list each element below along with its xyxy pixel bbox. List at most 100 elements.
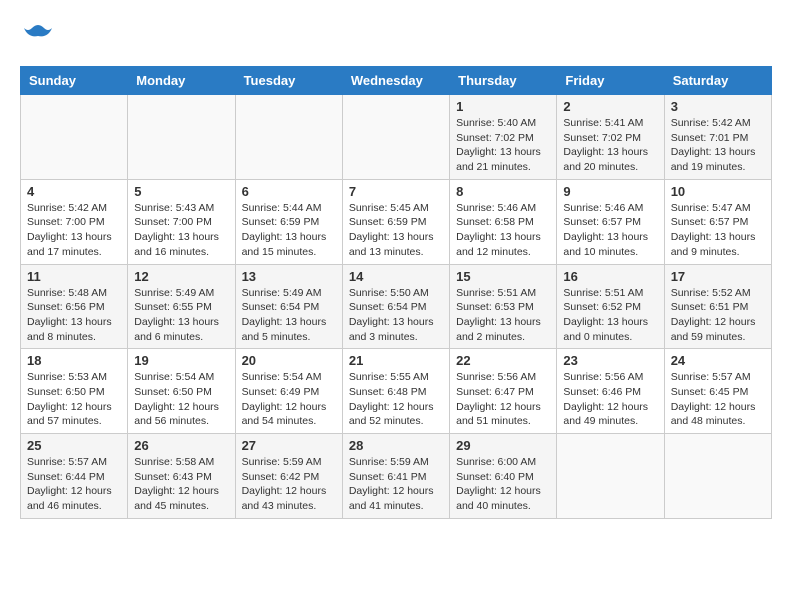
day-info: Sunrise: 5:57 AMSunset: 6:44 PMDaylight:…	[27, 455, 121, 514]
day-number: 21	[349, 353, 443, 368]
day-number: 7	[349, 184, 443, 199]
day-info: Sunrise: 5:49 AMSunset: 6:55 PMDaylight:…	[134, 286, 228, 345]
calendar-week-4: 18 Sunrise: 5:53 AMSunset: 6:50 PMDayligh…	[21, 349, 772, 434]
calendar-cell: 19 Sunrise: 5:54 AMSunset: 6:50 PMDayligh…	[128, 349, 235, 434]
day-info: Sunrise: 5:40 AMSunset: 7:02 PMDaylight:…	[456, 116, 550, 175]
day-number: 15	[456, 269, 550, 284]
day-number: 2	[563, 99, 657, 114]
day-info: Sunrise: 5:47 AMSunset: 6:57 PMDaylight:…	[671, 201, 765, 260]
header-tuesday: Tuesday	[235, 67, 342, 95]
calendar-cell: 7 Sunrise: 5:45 AMSunset: 6:59 PMDaylight…	[342, 179, 449, 264]
calendar-cell	[235, 95, 342, 180]
header	[20, 20, 772, 56]
day-info: Sunrise: 5:53 AMSunset: 6:50 PMDaylight:…	[27, 370, 121, 429]
day-number: 20	[242, 353, 336, 368]
day-info: Sunrise: 5:52 AMSunset: 6:51 PMDaylight:…	[671, 286, 765, 345]
header-friday: Friday	[557, 67, 664, 95]
calendar-cell: 23 Sunrise: 5:56 AMSunset: 6:46 PMDayligh…	[557, 349, 664, 434]
calendar-cell: 8Sunrise: 5:46 AMSunset: 6:58 PMDaylight…	[450, 179, 557, 264]
calendar-cell: 6 Sunrise: 5:44 AMSunset: 6:59 PMDaylight…	[235, 179, 342, 264]
calendar-cell: 21 Sunrise: 5:55 AMSunset: 6:48 PMDayligh…	[342, 349, 449, 434]
day-number: 27	[242, 438, 336, 453]
day-info: Sunrise: 5:56 AMSunset: 6:47 PMDaylight:…	[456, 370, 550, 429]
day-info: Sunrise: 5:57 AMSunset: 6:45 PMDaylight:…	[671, 370, 765, 429]
calendar: SundayMondayTuesdayWednesdayThursdayFrid…	[20, 66, 772, 519]
calendar-cell	[21, 95, 128, 180]
day-number: 4	[27, 184, 121, 199]
day-number: 24	[671, 353, 765, 368]
calendar-cell	[128, 95, 235, 180]
day-number: 9	[563, 184, 657, 199]
day-number: 6	[242, 184, 336, 199]
day-number: 26	[134, 438, 228, 453]
calendar-cell: 25 Sunrise: 5:57 AMSunset: 6:44 PMDayligh…	[21, 434, 128, 519]
calendar-week-5: 25 Sunrise: 5:57 AMSunset: 6:44 PMDayligh…	[21, 434, 772, 519]
day-info: Sunrise: 5:44 AMSunset: 6:59 PMDaylight:…	[242, 201, 336, 260]
calendar-cell: 1 Sunrise: 5:40 AMSunset: 7:02 PMDaylight…	[450, 95, 557, 180]
day-number: 13	[242, 269, 336, 284]
day-number: 19	[134, 353, 228, 368]
day-number: 12	[134, 269, 228, 284]
calendar-cell: 18 Sunrise: 5:53 AMSunset: 6:50 PMDayligh…	[21, 349, 128, 434]
day-info: Sunrise: 5:58 AMSunset: 6:43 PMDaylight:…	[134, 455, 228, 514]
day-number: 3	[671, 99, 765, 114]
calendar-cell: 17 Sunrise: 5:52 AMSunset: 6:51 PMDayligh…	[664, 264, 771, 349]
day-info: Sunrise: 5:51 AMSunset: 6:52 PMDaylight:…	[563, 286, 657, 345]
day-number: 1	[456, 99, 550, 114]
calendar-cell: 11 Sunrise: 5:48 AMSunset: 6:56 PMDayligh…	[21, 264, 128, 349]
calendar-cell: 14Sunrise: 5:50 AMSunset: 6:54 PMDayligh…	[342, 264, 449, 349]
header-thursday: Thursday	[450, 67, 557, 95]
day-info: Sunrise: 5:49 AMSunset: 6:54 PMDaylight:…	[242, 286, 336, 345]
day-info: Sunrise: 5:59 AMSunset: 6:42 PMDaylight:…	[242, 455, 336, 514]
day-number: 5	[134, 184, 228, 199]
day-info: Sunrise: 5:48 AMSunset: 6:56 PMDaylight:…	[27, 286, 121, 345]
calendar-week-3: 11 Sunrise: 5:48 AMSunset: 6:56 PMDayligh…	[21, 264, 772, 349]
day-number: 22	[456, 353, 550, 368]
calendar-cell: 16 Sunrise: 5:51 AMSunset: 6:52 PMDayligh…	[557, 264, 664, 349]
calendar-cell: 27 Sunrise: 5:59 AMSunset: 6:42 PMDayligh…	[235, 434, 342, 519]
calendar-cell: 4 Sunrise: 5:42 AMSunset: 7:00 PMDaylight…	[21, 179, 128, 264]
day-number: 11	[27, 269, 121, 284]
calendar-cell: 24 Sunrise: 5:57 AMSunset: 6:45 PMDayligh…	[664, 349, 771, 434]
header-saturday: Saturday	[664, 67, 771, 95]
calendar-cell	[664, 434, 771, 519]
calendar-cell: 28 Sunrise: 5:59 AMSunset: 6:41 PMDayligh…	[342, 434, 449, 519]
calendar-cell: 5 Sunrise: 5:43 AMSunset: 7:00 PMDaylight…	[128, 179, 235, 264]
day-number: 18	[27, 353, 121, 368]
calendar-week-2: 4 Sunrise: 5:42 AMSunset: 7:00 PMDaylight…	[21, 179, 772, 264]
day-number: 10	[671, 184, 765, 199]
day-info: Sunrise: 6:00 AMSunset: 6:40 PMDaylight:…	[456, 455, 550, 514]
logo	[20, 20, 60, 56]
day-info: Sunrise: 5:51 AMSunset: 6:53 PMDaylight:…	[456, 286, 550, 345]
day-number: 17	[671, 269, 765, 284]
day-info: Sunrise: 5:59 AMSunset: 6:41 PMDaylight:…	[349, 455, 443, 514]
day-info: Sunrise: 5:43 AMSunset: 7:00 PMDaylight:…	[134, 201, 228, 260]
calendar-cell: 3 Sunrise: 5:42 AMSunset: 7:01 PMDaylight…	[664, 95, 771, 180]
header-wednesday: Wednesday	[342, 67, 449, 95]
day-number: 16	[563, 269, 657, 284]
day-info: Sunrise: 5:42 AMSunset: 7:01 PMDaylight:…	[671, 116, 765, 175]
day-info: Sunrise: 5:55 AMSunset: 6:48 PMDaylight:…	[349, 370, 443, 429]
day-number: 25	[27, 438, 121, 453]
day-number: 8	[456, 184, 550, 199]
calendar-header-row: SundayMondayTuesdayWednesdayThursdayFrid…	[21, 67, 772, 95]
calendar-cell: 20Sunrise: 5:54 AMSunset: 6:49 PMDayligh…	[235, 349, 342, 434]
calendar-cell	[342, 95, 449, 180]
day-info: Sunrise: 5:45 AMSunset: 6:59 PMDaylight:…	[349, 201, 443, 260]
calendar-cell: 26 Sunrise: 5:58 AMSunset: 6:43 PMDayligh…	[128, 434, 235, 519]
logo-icon	[20, 20, 56, 56]
calendar-week-1: 1 Sunrise: 5:40 AMSunset: 7:02 PMDaylight…	[21, 95, 772, 180]
day-info: Sunrise: 5:56 AMSunset: 6:46 PMDaylight:…	[563, 370, 657, 429]
day-info: Sunrise: 5:54 AMSunset: 6:50 PMDaylight:…	[134, 370, 228, 429]
day-info: Sunrise: 5:50 AMSunset: 6:54 PMDaylight:…	[349, 286, 443, 345]
header-monday: Monday	[128, 67, 235, 95]
day-number: 23	[563, 353, 657, 368]
calendar-cell: 13 Sunrise: 5:49 AMSunset: 6:54 PMDayligh…	[235, 264, 342, 349]
day-info: Sunrise: 5:41 AMSunset: 7:02 PMDaylight:…	[563, 116, 657, 175]
day-info: Sunrise: 5:42 AMSunset: 7:00 PMDaylight:…	[27, 201, 121, 260]
header-sunday: Sunday	[21, 67, 128, 95]
calendar-cell: 12 Sunrise: 5:49 AMSunset: 6:55 PMDayligh…	[128, 264, 235, 349]
calendar-cell	[557, 434, 664, 519]
day-number: 28	[349, 438, 443, 453]
calendar-cell: 10 Sunrise: 5:47 AMSunset: 6:57 PMDayligh…	[664, 179, 771, 264]
